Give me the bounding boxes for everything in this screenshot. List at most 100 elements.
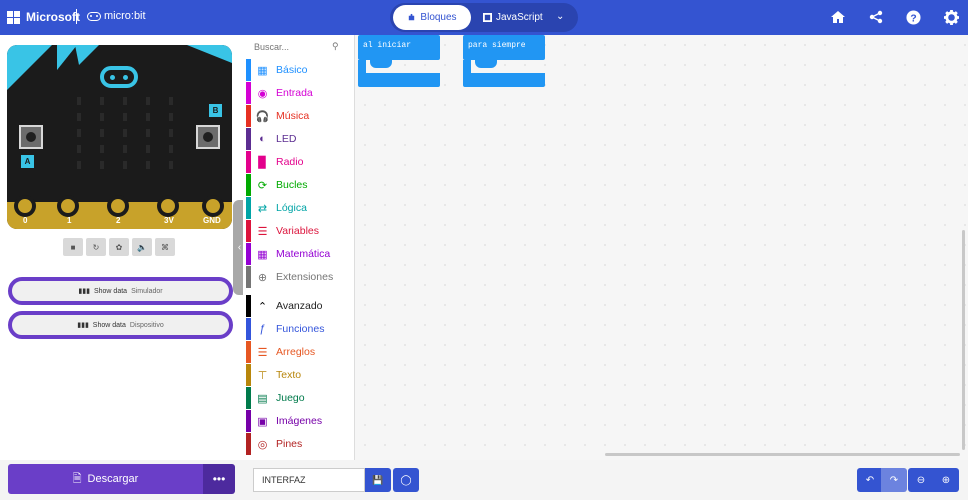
tab-blocks[interactable]: Bloques: [393, 5, 471, 30]
toolbox-search-input[interactable]: [254, 40, 344, 54]
show-data-label: Show data: [93, 287, 128, 295]
pin-1[interactable]: [57, 195, 79, 217]
pin-3v[interactable]: [157, 195, 179, 217]
fullscreen-icon[interactable]: ⌘: [155, 238, 175, 256]
toolbox-category-avanzado[interactable]: ⌃ Avanzado: [246, 295, 350, 317]
category-label: Funciones: [276, 323, 325, 335]
toolbox-category-pines[interactable]: ◎ Pines: [246, 433, 350, 455]
toolbox-category-juego[interactable]: ▤ Juego: [246, 387, 350, 409]
toolbox-category-matematica[interactable]: ▦ Matemática: [246, 243, 350, 265]
chevron-down-icon[interactable]: ⌄: [556, 11, 564, 22]
category-label: Bucles: [276, 179, 308, 191]
download-label: Descargar: [87, 473, 139, 485]
category-label: Matemática: [276, 248, 331, 260]
save-icon: 💾: [372, 474, 384, 485]
block-notch: [370, 60, 392, 68]
category-color-stripe: [246, 220, 251, 242]
category-label: Texto: [276, 369, 302, 381]
microsoft-logo[interactable]: Microsoft: [7, 10, 80, 24]
pin-label: 0: [23, 216, 28, 225]
home-icon[interactable]: [829, 8, 847, 26]
category-label: Juego: [276, 392, 305, 404]
toolbox-category-bucles[interactable]: ⟳ Bucles: [246, 174, 350, 196]
list-icon: ☰: [257, 225, 268, 238]
show-data-device-button[interactable]: ▮▮▮ Show data Dispositivo: [8, 311, 233, 339]
pin-gnd[interactable]: [202, 195, 224, 217]
github-icon: ◯: [400, 474, 412, 486]
category-color-stripe: [246, 341, 251, 363]
debug-icon[interactable]: ✿: [109, 238, 129, 256]
workspace-vertical-scrollbar[interactable]: [962, 230, 965, 450]
pin-label: 2: [116, 216, 121, 225]
category-color-stripe: [246, 128, 251, 150]
stop-icon[interactable]: ■: [63, 238, 83, 256]
image-icon: ▣: [257, 415, 268, 428]
zoom-out-button[interactable]: ⊖: [908, 468, 934, 492]
help-icon[interactable]: ?: [904, 8, 922, 26]
button-a[interactable]: [19, 125, 43, 149]
toolbox-category-entrada[interactable]: ◉ Entrada: [246, 82, 350, 104]
zoom-in-button[interactable]: ⊕: [933, 468, 959, 492]
function-icon: ƒ: [259, 323, 266, 335]
microbit-board[interactable]: A B 0 1 2 3V GND: [7, 45, 232, 229]
sound-icon[interactable]: 🔈: [132, 238, 152, 256]
category-color-stripe: [246, 243, 251, 265]
search-icon[interactable]: ⚲: [332, 41, 339, 52]
restart-icon[interactable]: ↻: [86, 238, 106, 256]
microbit-logo[interactable]: micro:bit: [87, 10, 146, 22]
toolbox-category-imagenes[interactable]: ▣ Imágenes: [246, 410, 350, 432]
undo-button[interactable]: ↶: [857, 468, 883, 492]
toolbox-category-funciones[interactable]: ƒ Funciones: [246, 318, 350, 340]
microbit-face-logo[interactable]: [100, 66, 138, 88]
workspace-horizontal-scrollbar[interactable]: [605, 453, 960, 456]
headphones-icon: 🎧: [255, 110, 270, 123]
toolbox-category-logica[interactable]: ⇄ Lógica: [246, 197, 350, 219]
microbit-icon: [87, 11, 101, 21]
blocks-workspace[interactable]: al iniciar para siempre: [355, 35, 968, 460]
toolbox-category-led[interactable]: ◐ LED: [246, 128, 350, 150]
chart-icon: ▮▮▮: [78, 288, 90, 295]
undo-icon: ↶: [865, 474, 875, 486]
toggle-icon: ◐: [259, 133, 266, 145]
block-footer: [463, 73, 545, 87]
header-divider: [76, 9, 77, 24]
calculator-icon: ▦: [257, 248, 268, 261]
project-name-input[interactable]: [253, 468, 365, 492]
toolbox-category-radio[interactable]: ▉ Radio: [246, 151, 350, 173]
forever-block[interactable]: para siempre: [463, 35, 545, 88]
github-button[interactable]: ◯: [393, 468, 419, 492]
toolbox-category-variables[interactable]: ☰ Variables: [246, 220, 350, 242]
save-button[interactable]: 💾: [365, 468, 391, 492]
show-data-simulator-button[interactable]: ▮▮▮ Show data Simulador: [8, 277, 233, 305]
toolbox-category-texto[interactable]: ⊤ Texto: [246, 364, 350, 386]
zoom-out-icon: ⊖: [916, 474, 926, 486]
editor-mode-toggle: Bloques JavaScript ⌄: [390, 3, 578, 32]
pin-0[interactable]: [14, 195, 36, 217]
microsoft-squares-icon: [7, 10, 20, 24]
category-color-stripe: [246, 433, 251, 455]
button-b[interactable]: [196, 125, 220, 149]
category-color-stripe: [246, 59, 251, 81]
block-label: al iniciar: [363, 41, 412, 50]
share-icon[interactable]: [867, 8, 885, 26]
toolbox-category-basico[interactable]: ▦ Básico: [246, 59, 350, 81]
settings-icon[interactable]: [942, 8, 960, 26]
toolbox: ⚲ ▦ Básico ◉ Entrada 🎧 Música ◐ LED ▉ Radio ⟳ Bucle…: [243, 35, 355, 460]
pin-2[interactable]: [107, 195, 129, 217]
redo-button[interactable]: ↷: [881, 468, 907, 492]
toolbox-category-extensiones[interactable]: ⊕ Extensiones: [246, 266, 350, 288]
download-button[interactable]: 🗎 Descargar: [8, 464, 203, 494]
toolbox-category-musica[interactable]: 🎧 Música: [246, 105, 350, 127]
show-data-label: Show data: [92, 321, 126, 329]
category-label: Radio: [276, 156, 304, 168]
led-matrix[interactable]: [77, 97, 173, 169]
tab-javascript[interactable]: JavaScript: [483, 5, 553, 30]
download-more-button[interactable]: •••: [203, 464, 235, 494]
circle-icon: ◉: [257, 87, 268, 100]
category-color-stripe: [246, 318, 251, 340]
button-b-label: B: [209, 104, 222, 117]
on-start-block[interactable]: al iniciar: [358, 35, 440, 88]
button-a-label: A: [21, 155, 34, 168]
toolbox-category-arreglos[interactable]: ☰ Arreglos: [246, 341, 350, 363]
simulator-panel: A B 0 1 2 3V GND ■ ↻ ✿ 🔈 ⌘ ▮▮▮ Show data…: [0, 35, 243, 460]
